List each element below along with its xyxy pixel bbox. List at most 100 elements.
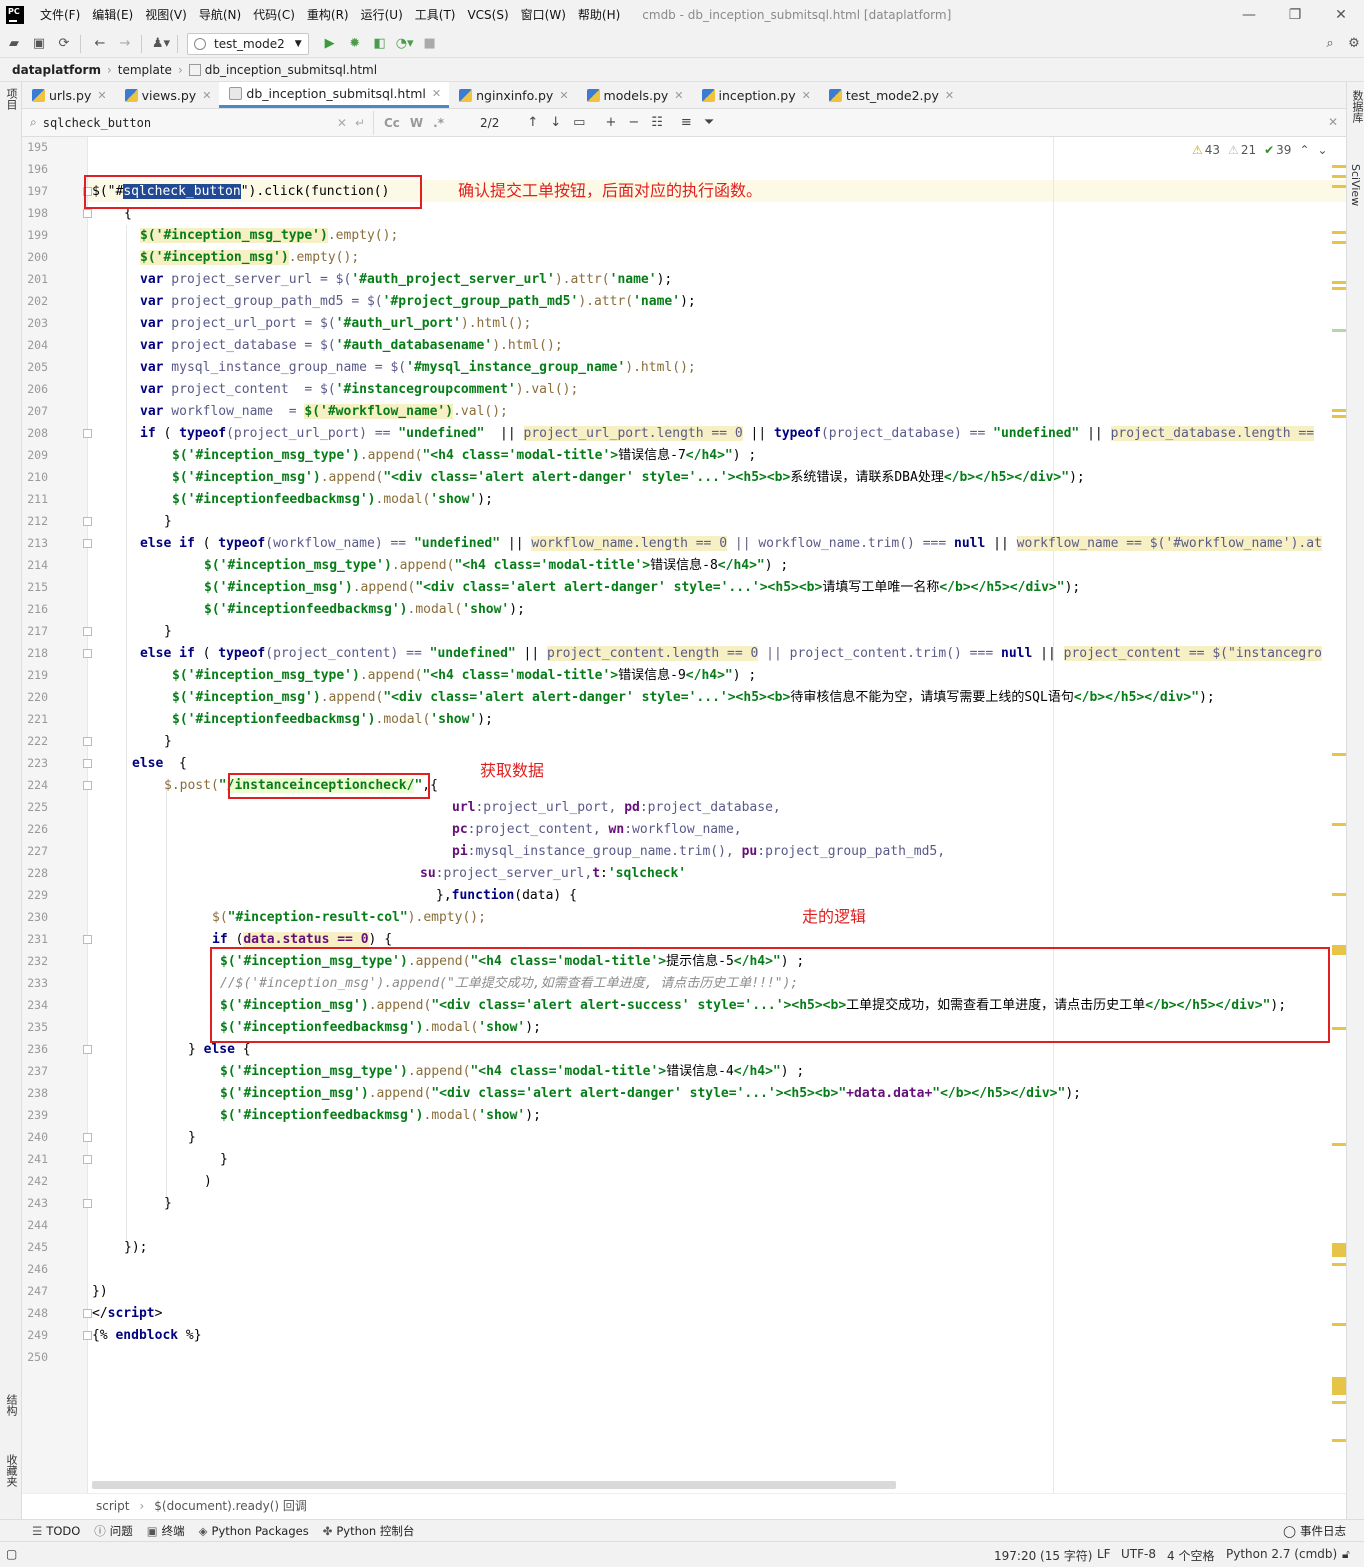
stripe-marker[interactable] — [1332, 165, 1346, 168]
crumb-ready-callback[interactable]: $(document).ready() 回调 — [154, 1497, 307, 1514]
project-tool-button[interactable]: 项目 — [3, 88, 19, 110]
back-icon[interactable]: ← — [89, 33, 111, 55]
next-occurrence-icon[interactable]: ↓ — [550, 115, 561, 130]
tab-inception[interactable]: inception.py ✕ — [692, 82, 819, 108]
close-find-icon[interactable]: ✕ — [1328, 115, 1338, 129]
fold-marker-icon[interactable] — [83, 781, 92, 790]
fold-marker-icon[interactable] — [83, 517, 92, 526]
profile-icon[interactable]: ◔▾ — [394, 33, 416, 55]
close-tab-icon[interactable]: ✕ — [97, 89, 106, 102]
stripe-marker[interactable] — [1332, 1323, 1346, 1326]
filter-options-icon[interactable]: ≡ — [681, 115, 692, 130]
stripe-marker[interactable] — [1332, 1377, 1346, 1395]
add-selection-icon[interactable]: + — [605, 115, 616, 130]
find-query[interactable]: sqlcheck_button — [43, 116, 337, 130]
breadcrumb-folder[interactable]: template — [118, 63, 172, 77]
close-tab-icon[interactable]: ✕ — [674, 89, 683, 102]
stripe-marker[interactable] — [1332, 185, 1346, 188]
stripe-marker[interactable] — [1332, 753, 1346, 756]
fold-marker-icon[interactable] — [83, 737, 92, 746]
run-config-select[interactable]: test_mode2 ▼ — [187, 32, 309, 55]
stripe-marker[interactable] — [1332, 945, 1346, 955]
fold-marker-icon[interactable] — [83, 429, 92, 438]
python-console-tool-button[interactable]: ✤ Python 控制台 — [323, 1523, 415, 1539]
stripe-marker[interactable] — [1332, 415, 1346, 418]
fold-marker-icon[interactable] — [83, 209, 92, 218]
event-log-button[interactable]: ◯ 事件日志 — [1283, 1523, 1346, 1539]
close-tab-icon[interactable]: ✕ — [559, 89, 568, 102]
whole-words-toggle[interactable]: W — [410, 116, 423, 130]
code-editor[interactable]: ⚠ 43 ⚠ 21 ✔ 39 ⌃ ⌄ 195 196 197 198 199 200 201 202… — [22, 137, 1346, 1493]
horizontal-scrollbar[interactable] — [92, 1481, 896, 1489]
menu-tools[interactable]: 工具(T) — [409, 0, 462, 30]
forward-icon[interactable]: → — [114, 33, 136, 55]
stripe-marker[interactable] — [1332, 1263, 1346, 1266]
debug-icon[interactable]: ✹ — [344, 33, 366, 55]
stripe-marker[interactable] — [1332, 329, 1346, 332]
minimize-icon[interactable]: — — [1226, 0, 1272, 30]
lock-icon[interactable]: 🔓︎ — [1342, 1547, 1350, 1562]
vcs-user-icon[interactable]: ♟▾ — [150, 33, 172, 55]
next-highlight-icon[interactable]: ⌄ — [1318, 143, 1328, 157]
stripe-marker[interactable] — [1332, 823, 1346, 826]
settings-gear-icon[interactable]: ⚙ — [1343, 33, 1364, 55]
layout-toggle-icon[interactable]: ▢ — [6, 1547, 17, 1561]
fold-marker-icon[interactable] — [83, 539, 92, 548]
prev-highlight-icon[interactable]: ⌃ — [1299, 143, 1309, 157]
fold-marker-icon[interactable] — [83, 1331, 92, 1340]
stripe-marker[interactable] — [1332, 1143, 1346, 1146]
unselect-occurrence-icon[interactable]: − — [628, 115, 639, 130]
tab-models[interactable]: models.py ✕ — [577, 82, 692, 108]
stripe-marker[interactable] — [1332, 231, 1346, 234]
fold-marker-icon[interactable] — [83, 1133, 92, 1142]
menu-code[interactable]: 代码(C) — [247, 0, 301, 30]
fold-marker-icon[interactable] — [83, 627, 92, 636]
line-separator[interactable]: LF — [1097, 1547, 1111, 1561]
menu-window[interactable]: 窗口(W) — [515, 0, 572, 30]
filter-icon[interactable]: ⏷ — [704, 115, 714, 130]
tab-db-inception-submitsql[interactable]: db_inception_submitsql.html ✕ — [219, 82, 450, 108]
fold-marker-icon[interactable] — [83, 759, 92, 768]
todo-tool-button[interactable]: ☰ TODO — [32, 1524, 80, 1538]
caret-position[interactable]: 197:20 (15 字符) — [994, 1547, 1092, 1564]
tab-urls[interactable]: urls.py ✕ — [22, 82, 115, 108]
structure-tool-button[interactable]: 结构 — [3, 1394, 19, 1416]
fold-marker-icon[interactable] — [83, 935, 92, 944]
run-icon[interactable]: ▶ — [319, 33, 341, 55]
close-window-icon[interactable]: ✕ — [1318, 0, 1364, 30]
previous-occurrence-icon[interactable]: ↑ — [527, 115, 538, 130]
stripe-marker[interactable] — [1332, 1401, 1346, 1404]
stop-icon[interactable]: ■ — [419, 33, 441, 55]
breadcrumb-file[interactable]: db_inception_submitsql.html — [205, 63, 377, 77]
menu-refactor[interactable]: 重构(R) — [301, 0, 355, 30]
database-tool-button[interactable]: 数据库 — [1349, 90, 1364, 123]
close-tab-icon[interactable]: ✕ — [202, 89, 211, 102]
menu-view[interactable]: 视图(V) — [139, 0, 193, 30]
stripe-marker[interactable] — [1332, 241, 1346, 244]
restore-icon[interactable]: ❐ — [1272, 0, 1318, 30]
problems-tool-button[interactable]: ⓘ 问题 — [94, 1523, 133, 1539]
menu-file[interactable]: 文件(F) — [34, 0, 86, 30]
indent-setting[interactable]: 4 个空格 — [1167, 1547, 1214, 1564]
tab-nginxinfo[interactable]: nginxinfo.py ✕ — [449, 82, 576, 108]
clear-icon[interactable]: ✕ — [337, 116, 347, 130]
fold-marker-icon[interactable] — [83, 1199, 92, 1208]
stripe-marker[interactable] — [1332, 409, 1346, 412]
regex-toggle[interactable]: .* — [433, 116, 444, 130]
sciview-tool-button[interactable]: SciView — [1349, 164, 1362, 206]
menu-run[interactable]: 运行(U) — [355, 0, 409, 30]
stripe-marker[interactable] — [1332, 175, 1346, 178]
fold-marker-icon[interactable] — [83, 649, 92, 658]
open-in-window-icon[interactable]: ▭ — [573, 115, 585, 130]
sync-icon[interactable]: ⟳ — [53, 33, 75, 55]
close-tab-icon[interactable]: ✕ — [945, 89, 954, 102]
save-all-icon[interactable]: ▣ — [28, 33, 50, 55]
fold-marker-icon[interactable] — [83, 1045, 92, 1054]
stripe-marker[interactable] — [1332, 287, 1346, 290]
open-folder-icon[interactable]: ▰ — [3, 33, 25, 55]
match-case-toggle[interactable]: Cc — [384, 116, 400, 130]
stripe-marker[interactable] — [1332, 1439, 1346, 1442]
stripe-marker[interactable] — [1332, 1243, 1346, 1257]
new-line-icon[interactable]: ↵ — [355, 116, 365, 130]
file-encoding[interactable]: UTF-8 — [1121, 1547, 1156, 1561]
